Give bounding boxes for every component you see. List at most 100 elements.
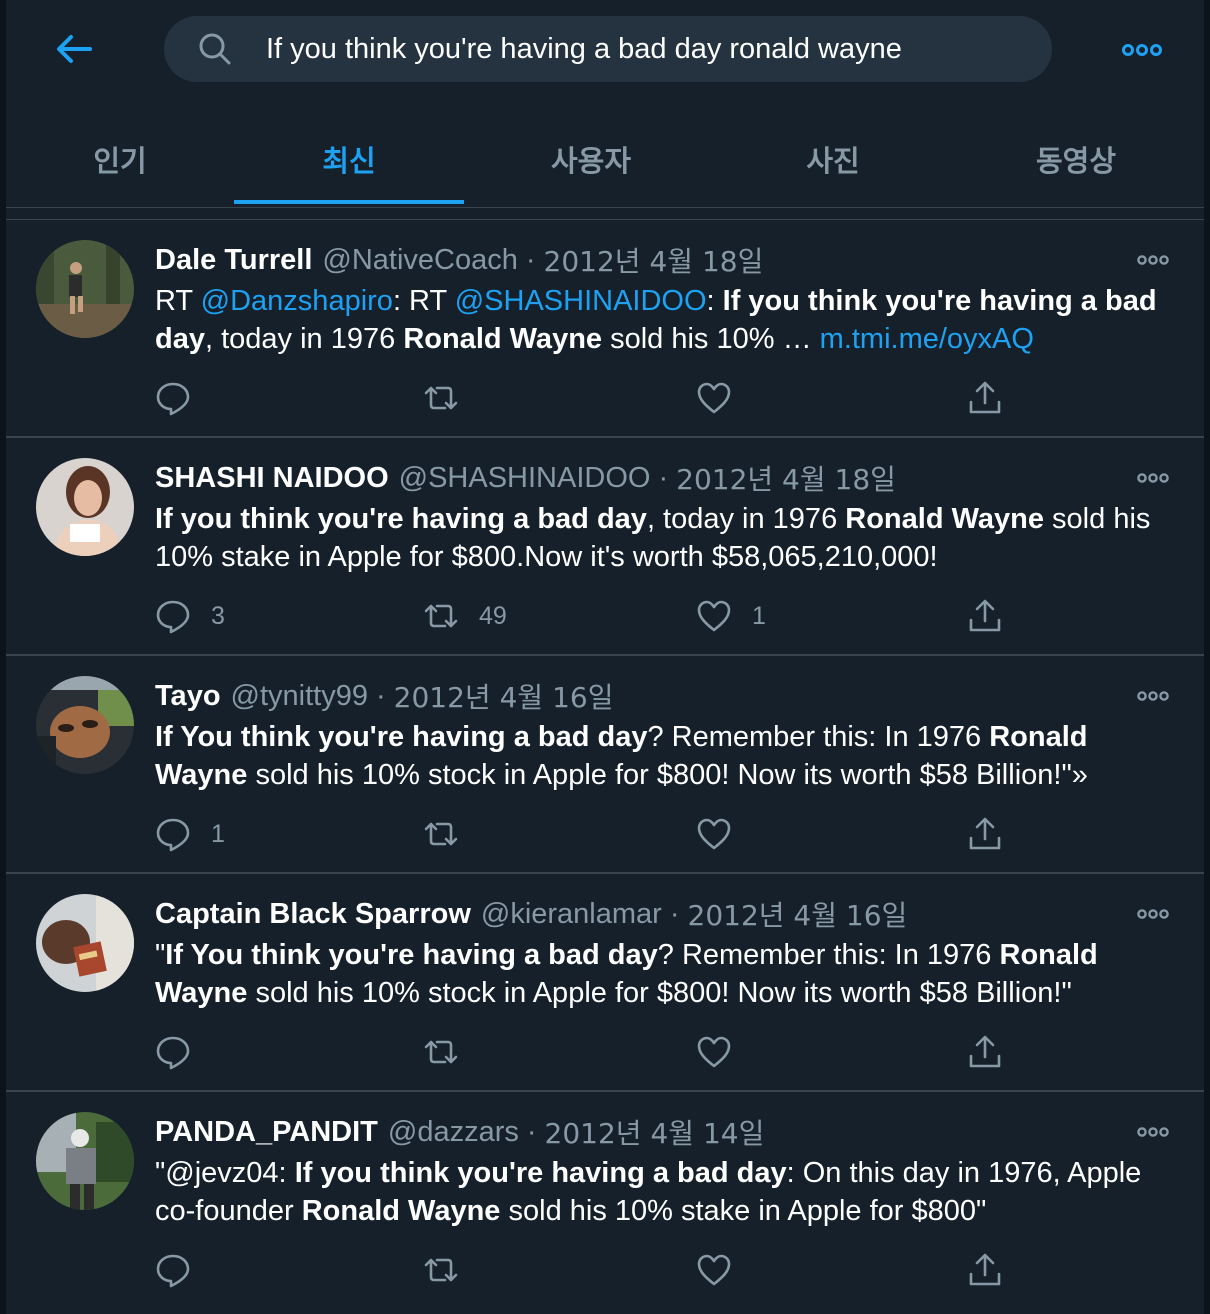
retweet-button[interactable] (423, 1248, 479, 1292)
highlight-text: Ronald Wayne (301, 1195, 501, 1227)
user-handle[interactable]: @kieranlamar (481, 898, 662, 931)
reply-button[interactable] (155, 1030, 211, 1074)
avatar[interactable] (36, 1112, 134, 1210)
highlight-text: If you think you're having a bad day (294, 1157, 787, 1189)
tweet-header: SHASHI NAIDOO @SHASHINAIDOO · 2012년 4월 1… (155, 458, 896, 498)
avatar[interactable] (36, 676, 134, 774)
like-button[interactable] (696, 1248, 752, 1292)
like-count: 1 (752, 601, 766, 630)
retweet-button[interactable] (423, 376, 479, 420)
tab-latest[interactable]: 최신 (234, 112, 464, 206)
avatar[interactable] (36, 240, 134, 338)
highlight-text: If You think you're having a bad day (165, 939, 658, 971)
tweet-item[interactable]: Captain Black Sparrow @kieranlamar · 201… (6, 874, 1204, 1092)
tweet-item[interactable]: Dale Turrell @NativeCoach · 2012년 4월 18일… (6, 220, 1204, 438)
url-link[interactable]: m.tmi.me/oyxAQ (820, 323, 1034, 355)
search-input[interactable] (266, 19, 1052, 79)
user-handle[interactable]: @tynitty99 (231, 680, 368, 713)
retweet-icon (424, 1040, 458, 1064)
separator-dot: · (658, 461, 669, 494)
tweet-item[interactable]: Tayo @tynitty99 · 2012년 4월 16일 If You th… (6, 656, 1204, 874)
tweet-more-button[interactable] (1136, 468, 1170, 488)
text-segment: : RT (392, 285, 455, 317)
text-segment: , today in 1976 (646, 503, 846, 535)
tweet-more-button[interactable] (1136, 250, 1170, 270)
retweet-icon (424, 822, 458, 846)
tab-label: 인기 (93, 144, 147, 178)
tweet-header: Tayo @tynitty99 · 2012년 4월 16일 (155, 676, 613, 716)
user-handle[interactable]: @SHASHINAIDOO (399, 462, 651, 495)
back-arrow-icon (57, 35, 92, 63)
tab-label: 동영상 (1035, 144, 1117, 178)
mention-link[interactable]: @Danzshapiro (201, 285, 393, 317)
reply-button[interactable]: 1 (155, 812, 225, 856)
more-icon (1137, 909, 1169, 919)
tab-videos[interactable]: 동영상 (948, 112, 1204, 206)
reply-count: 1 (211, 819, 225, 848)
like-icon (697, 1254, 731, 1286)
display-name[interactable]: Dale Turrell (155, 244, 312, 277)
retweet-button[interactable]: 49 (423, 594, 507, 638)
tweet-more-button[interactable] (1136, 904, 1170, 924)
reply-icon (156, 818, 190, 852)
text-segment: " (155, 939, 166, 971)
reply-icon (156, 600, 190, 634)
tweet-date[interactable]: 2012년 4월 14일 (545, 1112, 765, 1152)
tab-label: 사용자 (550, 144, 632, 178)
tweet-date[interactable]: 2012년 4월 16일 (688, 894, 908, 934)
like-button[interactable]: 1 (696, 594, 766, 638)
more-options-button[interactable] (1118, 36, 1166, 64)
like-icon (697, 600, 731, 632)
text-segment: ? Remember this: In 1976 (657, 939, 1000, 971)
like-icon (697, 818, 731, 850)
separator-dot: · (669, 897, 680, 930)
tweet-date[interactable]: 2012년 4월 16일 (394, 676, 614, 716)
like-button[interactable] (696, 376, 752, 420)
share-icon (969, 381, 1001, 414)
display-name[interactable]: PANDA_PANDIT (155, 1116, 378, 1149)
reply-count: 3 (211, 601, 225, 630)
tab-photos[interactable]: 사진 (718, 112, 948, 206)
like-button[interactable] (696, 812, 752, 856)
highlight-text: Ronald Wayne (403, 323, 603, 355)
active-tab-indicator (234, 200, 464, 204)
avatar[interactable] (36, 458, 134, 556)
reply-button[interactable] (155, 376, 211, 420)
mention-link[interactable]: @SHASHINAIDOO (455, 285, 707, 317)
search-bar[interactable] (164, 16, 1052, 82)
retweet-button[interactable] (423, 812, 479, 856)
tweet-item[interactable]: SHASHI NAIDOO @SHASHINAIDOO · 2012년 4월 1… (6, 438, 1204, 656)
share-button[interactable] (967, 1248, 1003, 1292)
text-segment: sold his 10% stock in Apple for $800! No… (247, 977, 1072, 1009)
share-button[interactable] (967, 1030, 1003, 1074)
like-button[interactable] (696, 1030, 752, 1074)
tab-top[interactable]: 인기 (6, 112, 234, 206)
tweet-header: PANDA_PANDIT @dazzars · 2012년 4월 14일 (155, 1112, 764, 1152)
avatar[interactable] (36, 894, 134, 992)
back-button[interactable] (50, 28, 98, 70)
tweet-more-button[interactable] (1136, 686, 1170, 706)
text-segment: sold his 10% … (602, 323, 820, 355)
retweet-button[interactable] (423, 1030, 479, 1074)
reply-button[interactable]: 3 (155, 594, 225, 638)
tweet-date[interactable]: 2012년 4월 18일 (544, 240, 764, 280)
display-name[interactable]: Tayo (155, 680, 221, 713)
share-button[interactable] (967, 594, 1003, 638)
tweet-text: "@jevz04: If you think you're having a b… (155, 1154, 1165, 1230)
user-handle[interactable]: @dazzars (388, 1116, 519, 1149)
divider (6, 208, 1204, 220)
display-name[interactable]: Captain Black Sparrow (155, 898, 471, 931)
tweet-more-button[interactable] (1136, 1122, 1170, 1142)
share-button[interactable] (967, 376, 1003, 420)
tab-people[interactable]: 사용자 (464, 112, 718, 206)
share-button[interactable] (967, 812, 1003, 856)
reply-button[interactable] (155, 1248, 211, 1292)
display-name[interactable]: SHASHI NAIDOO (155, 462, 389, 495)
tweet-actions (155, 376, 1055, 420)
text-segment: "@jevz04: (155, 1157, 295, 1189)
retweet-icon (424, 604, 458, 628)
tweet-actions (155, 1248, 1055, 1292)
user-handle[interactable]: @NativeCoach (322, 244, 517, 277)
tweet-date[interactable]: 2012년 4월 18일 (676, 458, 896, 498)
tweet-item[interactable]: PANDA_PANDIT @dazzars · 2012년 4월 14일 "@j… (6, 1092, 1204, 1310)
